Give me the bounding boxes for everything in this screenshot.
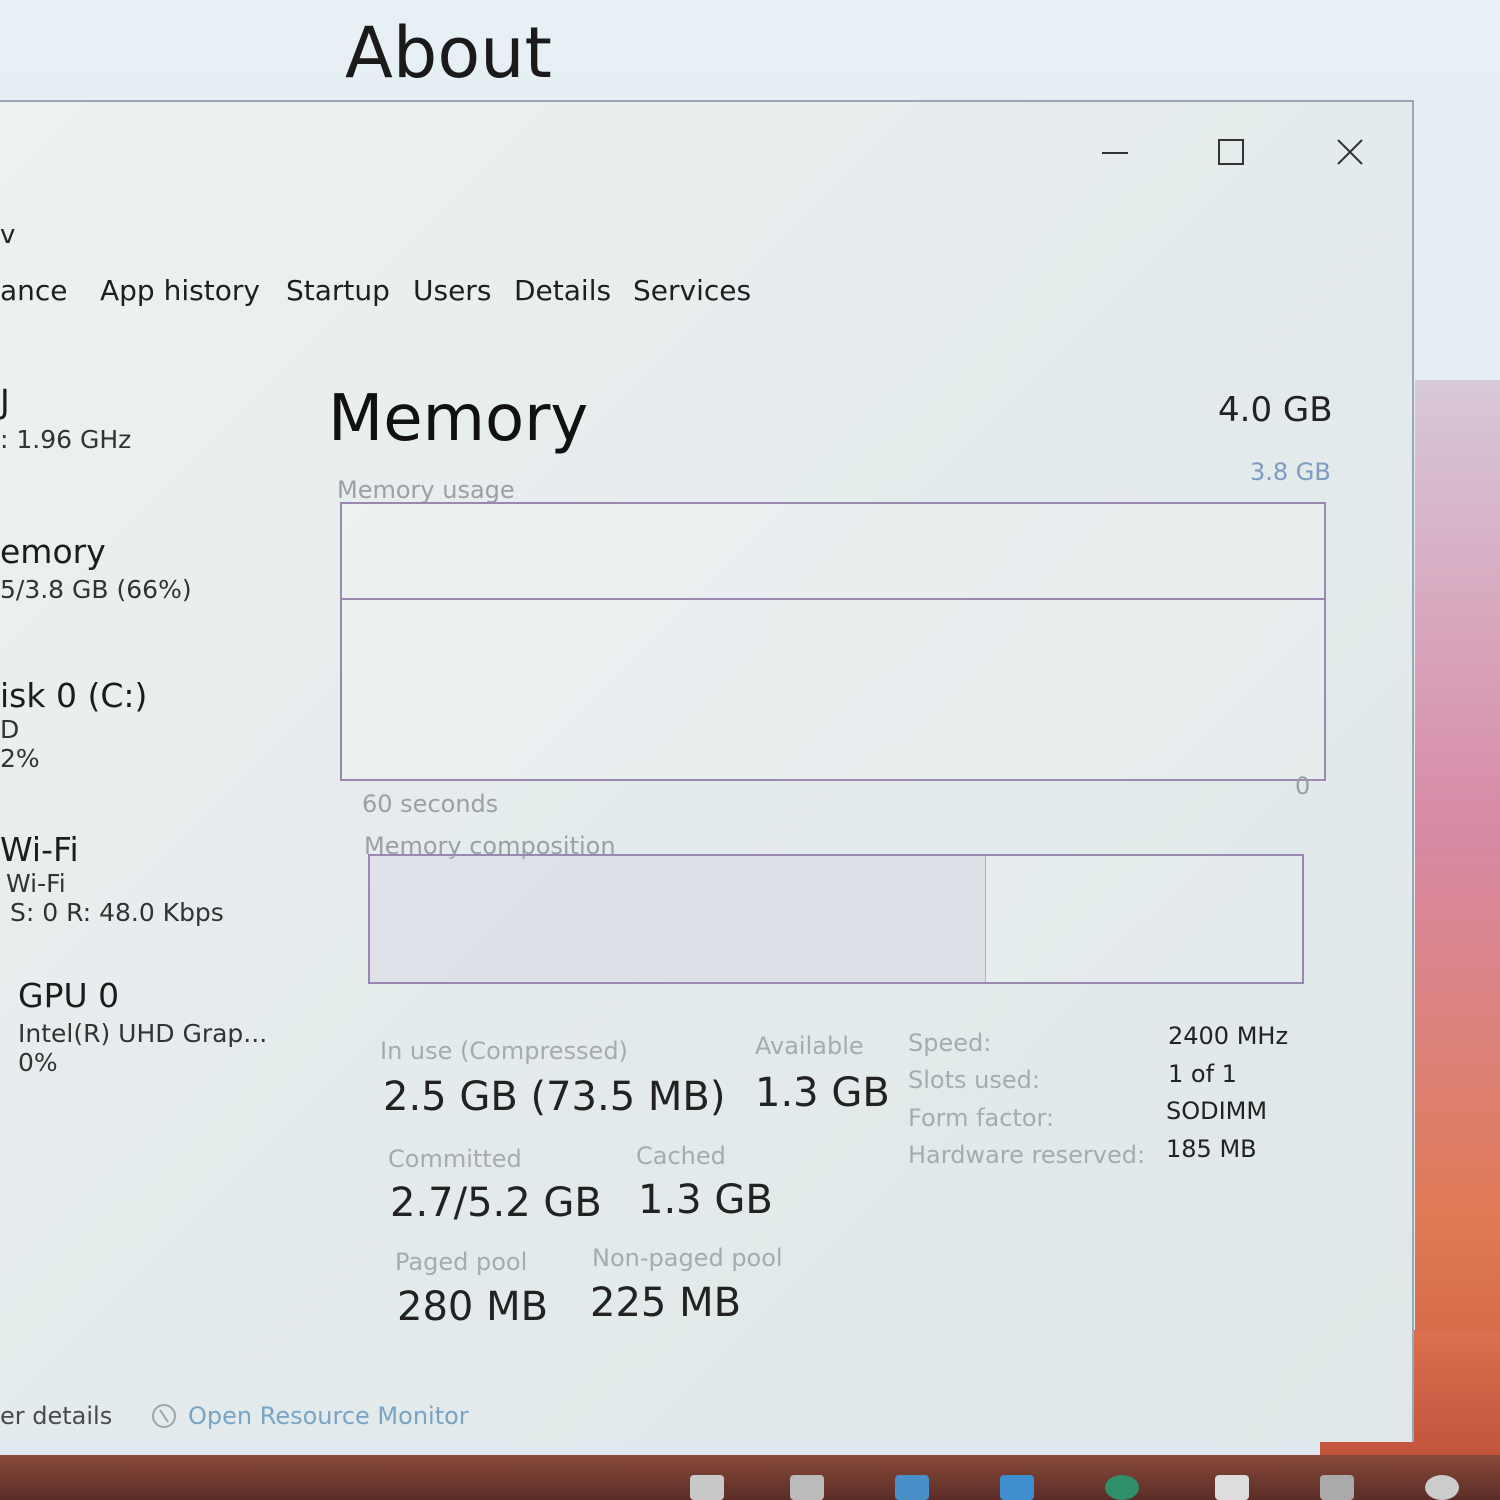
- memory-usage-line: [342, 597, 1324, 600]
- sidebar-item-sub: Wi-Fi: [6, 869, 66, 898]
- tab-app-history[interactable]: App history: [100, 274, 260, 307]
- browser-icon[interactable]: [1105, 1475, 1139, 1500]
- memory-usage-max: 3.8 GB: [1250, 458, 1331, 486]
- speed-value: 2400 MHz: [1168, 1022, 1289, 1050]
- sidebar-item-cpu[interactable]: J : 1.96 GHz: [0, 382, 131, 454]
- sidebar-item-disk[interactable]: isk 0 (C:) D 2%: [0, 676, 147, 773]
- maximize-icon: [1218, 139, 1244, 165]
- sidebar-item-sub: D: [0, 715, 20, 744]
- sidebar-item-sub: 5/3.8 GB (66%): [0, 575, 192, 604]
- time-axis-label: 60 seconds: [362, 790, 499, 818]
- file-explorer-icon[interactable]: [690, 1475, 724, 1500]
- memory-usage-graph: [340, 502, 1326, 781]
- memory-in-use-segment: [370, 856, 987, 982]
- mail-icon[interactable]: [1000, 1475, 1034, 1500]
- nonpaged-pool-value: 225 MB: [590, 1280, 742, 1326]
- sidebar-item-sub: Intel(R) UHD Grap...: [18, 1019, 268, 1048]
- open-resource-monitor-label: Open Resource Monitor: [188, 1402, 469, 1430]
- fewer-details-link[interactable]: er details: [0, 1402, 112, 1430]
- minimize-button[interactable]: [1090, 132, 1140, 172]
- sidebar-item-sub: : 1.96 GHz: [0, 425, 132, 454]
- hardware-reserved-label: Hardware reserved:: [908, 1141, 1146, 1169]
- tab-startup[interactable]: Startup: [286, 274, 390, 307]
- about-title: About: [345, 12, 552, 94]
- memory-composition-bar: [368, 854, 1304, 984]
- available-label: Available: [755, 1032, 864, 1060]
- paged-pool-value: 280 MB: [397, 1284, 549, 1330]
- taskbar-app-icon[interactable]: [790, 1475, 824, 1500]
- page-title: Memory: [328, 382, 589, 456]
- maximize-button[interactable]: [1206, 132, 1256, 172]
- sidebar-item-memory[interactable]: emory 5/3.8 GB (66%): [0, 532, 192, 604]
- slots-label: Slots used:: [908, 1066, 1040, 1094]
- sidebar-item-sub2: 0%: [18, 1048, 58, 1077]
- speed-label: Speed:: [908, 1029, 992, 1057]
- sidebar-item-label: isk 0 (C:): [0, 676, 148, 715]
- slots-value: 1 of 1: [1168, 1060, 1237, 1088]
- in-use-value: 2.5 GB (73.5 MB): [383, 1074, 726, 1120]
- task-manager-icon[interactable]: [1320, 1475, 1354, 1500]
- paged-pool-label: Paged pool: [395, 1248, 528, 1276]
- form-factor-label: Form factor:: [908, 1104, 1055, 1132]
- tab-users[interactable]: Users: [413, 274, 491, 307]
- sidebar-item-label: J: [0, 382, 10, 421]
- resource-monitor-icon: [152, 1404, 176, 1428]
- hardware-reserved-value: 185 MB: [1166, 1135, 1257, 1163]
- nonpaged-pool-label: Non-paged pool: [592, 1244, 783, 1272]
- tab-performance[interactable]: ance: [0, 274, 68, 307]
- sidebar-item-sub2: 2%: [0, 744, 40, 773]
- committed-label: Committed: [388, 1145, 522, 1173]
- open-resource-monitor-link[interactable]: Open Resource Monitor: [150, 1402, 469, 1430]
- settings-gear-icon[interactable]: [1425, 1475, 1459, 1500]
- sidebar-item-wifi[interactable]: Wi-Fi Wi-Fi S: 0 R: 48.0 Kbps: [0, 830, 224, 927]
- close-button[interactable]: [1325, 132, 1375, 172]
- time-axis-end: 0: [1295, 772, 1311, 800]
- memory-total: 4.0 GB: [1218, 390, 1333, 430]
- sidebar-item-label: Wi-Fi: [0, 830, 79, 869]
- cached-label: Cached: [636, 1142, 726, 1170]
- sidebar-item-label: emory: [0, 532, 106, 571]
- memory-usage-label: Memory usage: [337, 476, 515, 504]
- taskbar: [0, 1455, 1500, 1500]
- sidebar-item-label: GPU 0: [18, 976, 120, 1015]
- sidebar-item-sub2: S: 0 R: 48.0 Kbps: [10, 898, 224, 927]
- minimize-icon: [1102, 152, 1128, 154]
- store-icon[interactable]: [895, 1475, 929, 1500]
- cached-value: 1.3 GB: [638, 1177, 773, 1223]
- taskbar-app-icon-2[interactable]: [1215, 1475, 1249, 1500]
- sidebar-item-gpu[interactable]: GPU 0 Intel(R) UHD Grap... 0%: [18, 976, 267, 1077]
- form-factor-value: SODIMM: [1166, 1097, 1268, 1125]
- close-icon: [1337, 139, 1363, 165]
- available-value: 1.3 GB: [755, 1070, 890, 1116]
- menu-view[interactable]: v: [0, 220, 15, 250]
- tab-services[interactable]: Services: [633, 274, 751, 307]
- task-manager-window: v ance App history Startup Users Details…: [0, 100, 1414, 1442]
- tab-details[interactable]: Details: [514, 274, 611, 307]
- committed-value: 2.7/5.2 GB: [390, 1180, 602, 1226]
- in-use-label: In use (Compressed): [380, 1037, 628, 1065]
